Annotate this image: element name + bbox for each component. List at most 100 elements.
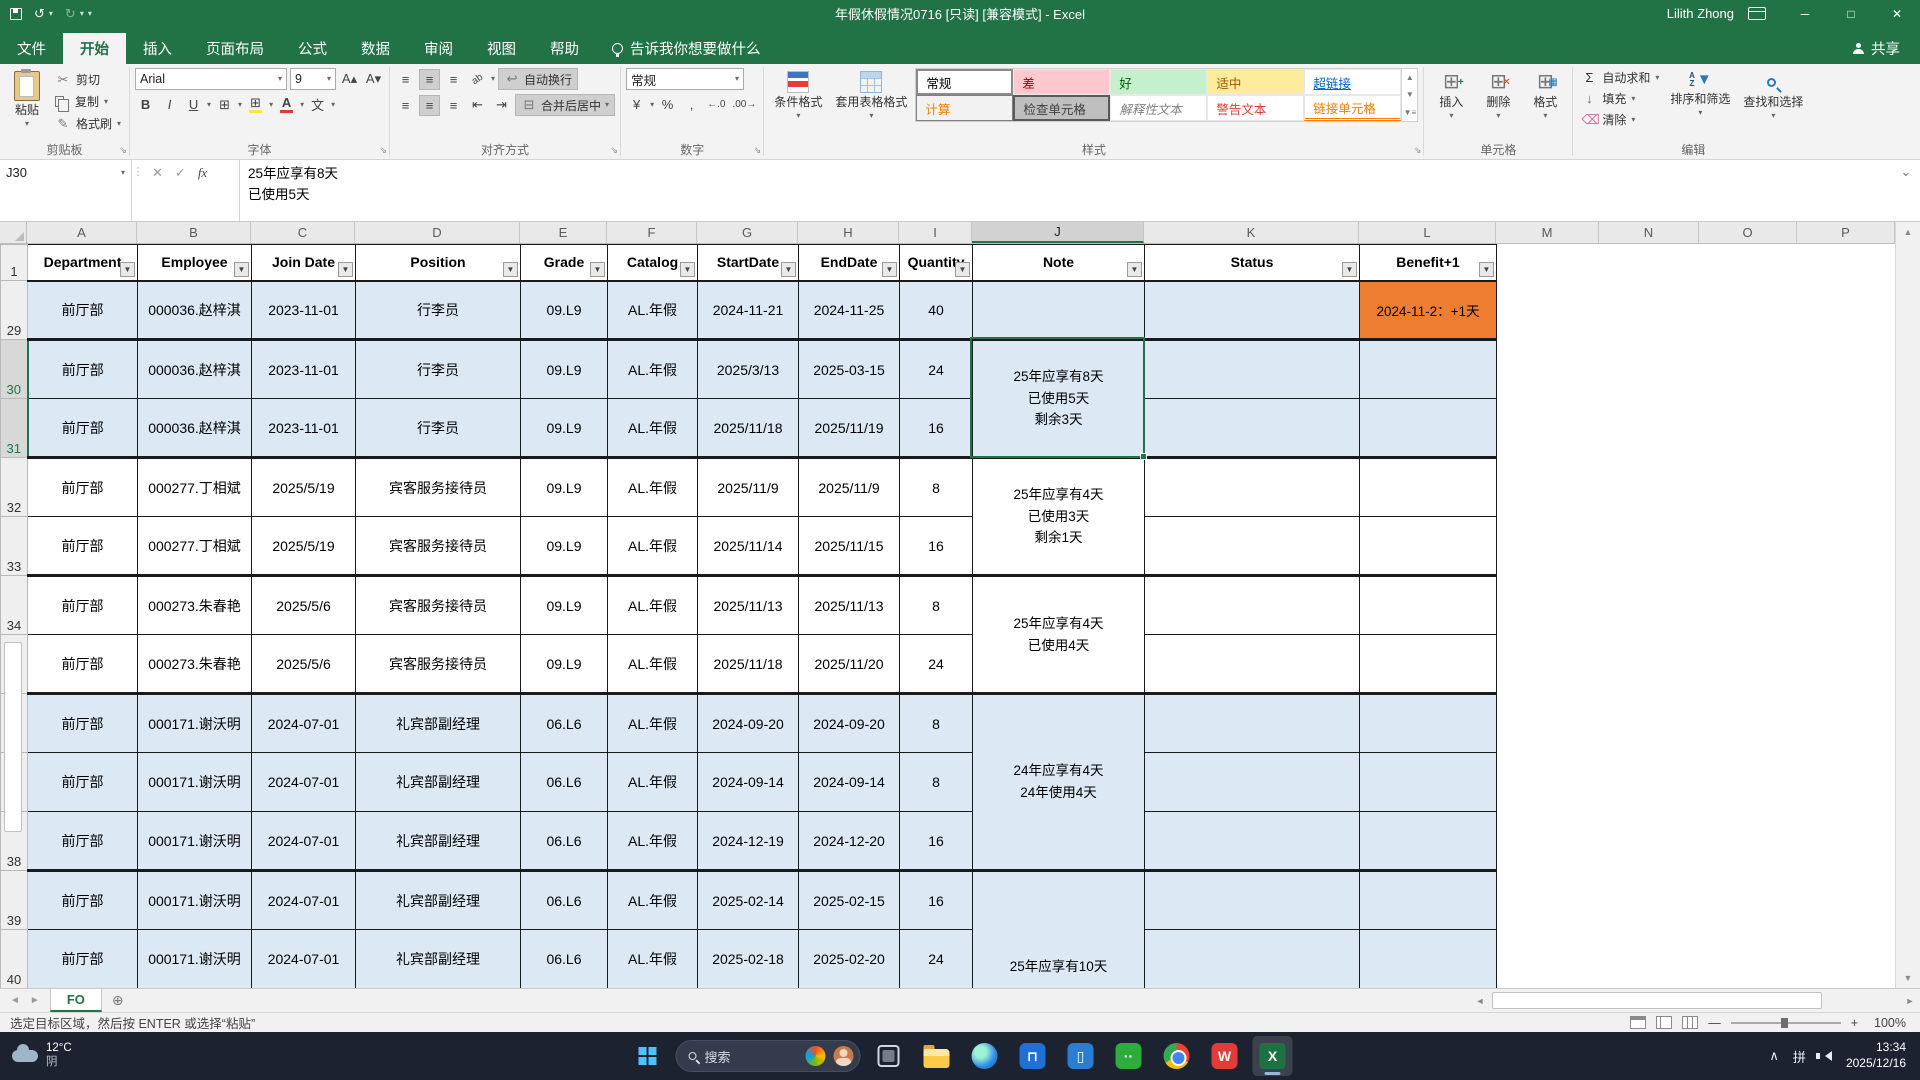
cell-note[interactable]: 25年应享有4天 已使用4天 [973,576,1145,694]
column-header-d[interactable]: D [355,222,520,243]
column-header-h[interactable]: H [798,222,899,243]
filter-icon[interactable]: ▼ [1127,262,1142,277]
column-header-m[interactable]: M [1496,222,1599,243]
cell-position[interactable]: 行李员 [356,399,521,458]
bold-button[interactable]: B [135,94,156,115]
cell-join-date[interactable]: 2024-07-01 [252,930,356,989]
cell-status[interactable] [1145,399,1360,458]
insert-function-icon[interactable]: fx [198,165,207,181]
cell-employee[interactable]: 000171.谢沃明 [138,812,252,871]
header-grade[interactable]: Grade▼ [521,245,608,281]
normal-view-icon[interactable] [1630,1016,1646,1029]
undo-button[interactable]: ↺ [34,7,45,20]
style-good[interactable]: 好 [1110,69,1207,95]
cut-button[interactable]: ✂剪切 [52,70,124,89]
cell-start-date[interactable]: 2025/3/13 [698,340,799,399]
cell-quantity[interactable]: 16 [900,812,973,871]
cell-employee[interactable]: 000036.赵梓淇 [138,281,252,340]
cell-quantity[interactable]: 8 [900,753,973,812]
cell-grade[interactable]: 06.L6 [521,812,608,871]
tab-formulas[interactable]: 公式 [281,33,344,64]
taskbar-search[interactable]: 搜索 [676,1040,861,1072]
filter-icon[interactable]: ▼ [882,262,897,277]
vertical-scroll-thumb[interactable] [4,642,22,832]
cell-join-date[interactable]: 2024-07-01 [252,871,356,930]
cell-join-date[interactable]: 2025/5/19 [252,458,356,517]
cell-end-date[interactable]: 2025/11/20 [799,635,900,694]
paste-button[interactable]: 粘贴 ▾ [5,68,49,131]
cell-catalog[interactable]: AL.年假 [608,517,698,576]
page-break-view-icon[interactable] [1682,1016,1698,1029]
cell-department[interactable]: 前厅部 [28,281,138,340]
cell-join-date[interactable]: 2023-11-01 [252,399,356,458]
sheet-prev-icon[interactable]: ◄ [10,995,20,1006]
cell-employee[interactable]: 000171.谢沃明 [138,930,252,989]
column-header-j-selected[interactable]: J [972,222,1144,243]
cell-employee[interactable]: 000171.谢沃明 [138,694,252,753]
cell-start-date[interactable]: 2024-11-21 [698,281,799,340]
cell-position[interactable]: 礼宾部副经理 [356,871,521,930]
wps-button[interactable]: W [1205,1036,1245,1076]
cell-start-date[interactable]: 2025/11/13 [698,576,799,635]
scroll-right-icon[interactable]: ► [1900,996,1920,1006]
cell-note-selected[interactable]: 25年应享有8天 已使用5天 剩余3天 [973,340,1145,458]
cell-join-date[interactable]: 2025/5/19 [252,517,356,576]
styles-dialog-launcher-icon[interactable]: ⇘ [1414,145,1422,156]
restore-button[interactable]: □ [1828,0,1874,27]
cell-join-date[interactable]: 2025/5/6 [252,576,356,635]
cell-benefit[interactable] [1360,930,1497,989]
filter-icon[interactable]: ▼ [234,262,249,277]
row-header-39[interactable]: 39 [1,871,28,930]
column-header-n[interactable]: N [1599,222,1699,243]
cell-position[interactable]: 宾客服务接待员 [356,458,521,517]
column-header-a[interactable]: A [27,222,137,243]
cell-note[interactable]: 24年应享有4天 24年使用4天 [973,694,1145,871]
cell-quantity[interactable]: 8 [900,458,973,517]
phonetic-dropdown-icon[interactable]: ▾ [331,101,335,109]
cell-join-date[interactable]: 2023-11-01 [252,281,356,340]
cell-employee[interactable]: 000171.谢沃明 [138,871,252,930]
cell-position[interactable]: 礼宾部副经理 [356,753,521,812]
sort-dropdown-icon[interactable]: ▾ [1698,109,1702,117]
header-catalog[interactable]: Catalog▼ [608,245,698,281]
cell-benefit[interactable] [1360,812,1497,871]
horizontal-scroll-thumb[interactable] [1492,992,1822,1009]
zoom-slider-thumb[interactable] [1781,1018,1788,1028]
cell-catalog[interactable]: AL.年假 [608,871,698,930]
italic-button[interactable]: I [159,94,180,115]
cell-benefit[interactable] [1360,517,1497,576]
header-status[interactable]: Status▼ [1145,245,1360,281]
row-header-34[interactable]: 34 [1,576,28,635]
wechat-button[interactable]: ·· [1109,1036,1149,1076]
font-family-dropdown-icon[interactable]: ▾ [272,75,282,83]
cell-status[interactable] [1145,340,1360,399]
cell-department[interactable]: 前厅部 [28,635,138,694]
cell-join-date[interactable]: 2023-11-01 [252,340,356,399]
filter-icon[interactable]: ▼ [338,262,353,277]
header-department[interactable]: Department▼ [28,245,138,281]
tab-help[interactable]: 帮助 [533,33,596,64]
header-quantity[interactable]: Quantity▼ [900,245,973,281]
close-button[interactable]: ✕ [1874,0,1920,27]
copy-dropdown-icon[interactable]: ▾ [104,98,108,106]
column-header-o[interactable]: O [1699,222,1797,243]
percent-style-button[interactable]: % [657,94,678,115]
minimize-button[interactable]: ─ [1782,0,1828,27]
cell-catalog[interactable]: AL.年假 [608,340,698,399]
cell-benefit[interactable] [1360,871,1497,930]
tab-view[interactable]: 视图 [470,33,533,64]
formula-input[interactable]: 25年应享有8天 已使用5天 [240,160,1892,221]
column-header-i[interactable]: I [899,222,972,243]
cell-status[interactable] [1145,458,1360,517]
cell-catalog[interactable]: AL.年假 [608,930,698,989]
cell-catalog[interactable]: AL.年假 [608,753,698,812]
zoom-level[interactable]: 100% [1868,1016,1906,1030]
decrease-indent-button[interactable]: ⇤ [467,95,488,116]
font-color-dropdown-icon[interactable]: ▾ [300,101,304,109]
cell-start-date[interactable]: 2025/11/18 [698,635,799,694]
format-cells-button[interactable]: ⊞▦ 格式▾ [1523,68,1567,123]
cell-employee[interactable]: 000036.赵梓淇 [138,399,252,458]
cell-end-date[interactable]: 2024-12-20 [799,812,900,871]
cell-benefit[interactable] [1360,576,1497,635]
wrap-text-button[interactable]: ↩自动换行 [498,68,578,90]
